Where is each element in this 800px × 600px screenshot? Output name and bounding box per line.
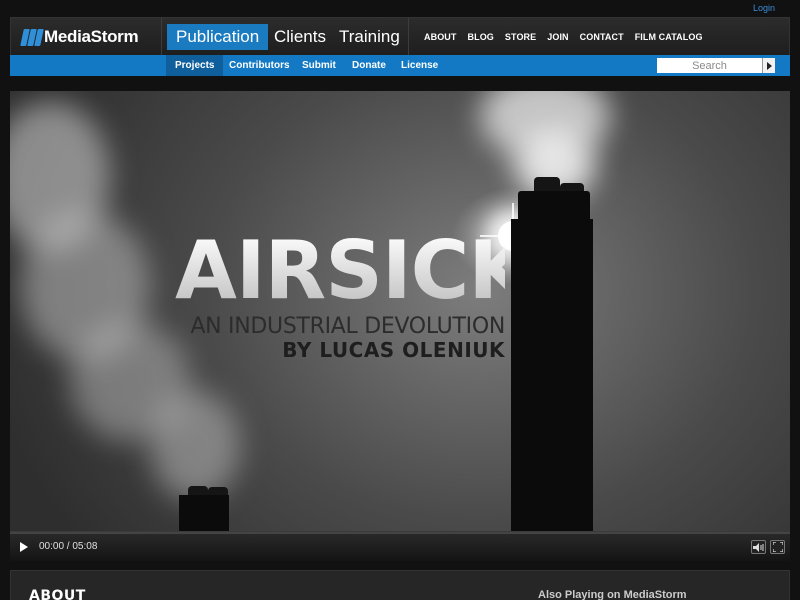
progress-bar[interactable] <box>10 532 790 534</box>
fullscreen-icon <box>772 542 783 552</box>
film-byline: BY LUCAS OLENIUK <box>282 338 505 362</box>
smoke-plume <box>150 391 240 501</box>
about-heading: ABOUT <box>29 588 86 600</box>
nav-join[interactable]: JOIN <box>547 32 568 42</box>
video-title-card: AIRSICK AN INDUSTRIAL DEVOLUTION BY LUCA… <box>175 224 530 362</box>
subnav-license[interactable]: License <box>392 55 447 76</box>
mediastorm-logo[interactable]: MediaStorm <box>20 26 161 48</box>
search-input[interactable] <box>657 58 762 73</box>
chimney <box>179 495 229 531</box>
video-player[interactable]: AIRSICK AN INDUSTRIAL DEVOLUTION BY LUCA… <box>10 91 790 531</box>
volume-button[interactable] <box>751 540 766 554</box>
subnav-projects[interactable]: Projects <box>166 55 224 76</box>
also-playing-heading: Also Playing on MediaStorm <box>538 589 687 600</box>
nav-film-catalog[interactable]: FILM CATALOG <box>635 32 703 42</box>
film-title: AIRSICK <box>175 224 530 317</box>
nav-blog[interactable]: BLOG <box>468 32 494 42</box>
search-submit-button[interactable] <box>762 58 775 73</box>
nav-about[interactable]: ABOUT <box>424 32 457 42</box>
about-section: ABOUT Also Playing on MediaStorm <box>10 570 790 600</box>
header-divider <box>161 18 162 56</box>
search-box <box>657 58 775 73</box>
volume-icon <box>753 542 764 552</box>
tab-publication[interactable]: Publication <box>167 24 269 50</box>
play-icon[interactable] <box>20 542 28 552</box>
chimney <box>518 191 590 221</box>
site-header: MediaStorm Publication Clients Training … <box>10 17 790 56</box>
sub-nav: Projects Contributors Submit Donate Lice… <box>10 55 790 76</box>
tab-clients[interactable]: Clients <box>265 24 335 50</box>
film-subtitle: AN INDUSTRIAL DEVOLUTION <box>190 314 505 339</box>
subnav-contributors[interactable]: Contributors <box>220 55 299 76</box>
logo-mark-icon <box>20 28 44 46</box>
logo-text: MediaStorm <box>44 27 139 46</box>
tab-training[interactable]: Training <box>330 24 409 50</box>
login-strip: Login <box>0 0 800 16</box>
subnav-donate[interactable]: Donate <box>343 55 395 76</box>
fullscreen-button[interactable] <box>770 540 785 554</box>
time-display: 00:00 / 05:08 <box>39 541 98 552</box>
subnav-submit[interactable]: Submit <box>293 55 345 76</box>
arrow-right-icon <box>766 61 772 70</box>
nav-store[interactable]: STORE <box>505 32 536 42</box>
top-nav: ABOUT BLOG STORE JOIN CONTACT FILM CATAL… <box>424 18 714 56</box>
nav-contact[interactable]: CONTACT <box>580 32 624 42</box>
video-controls: 00:00 / 05:08 <box>10 531 790 561</box>
login-link[interactable]: Login <box>753 3 775 13</box>
header-divider <box>408 18 409 56</box>
